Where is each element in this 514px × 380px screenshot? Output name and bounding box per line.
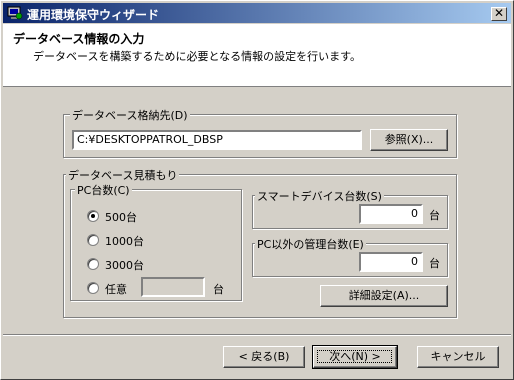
close-icon: ✕ (493, 6, 505, 20)
page-subtitle: データベースを構築するために必要となる情報の設定を行います。 (33, 50, 362, 63)
browse-button[interactable]: 参照(X)... (370, 129, 448, 151)
smart-device-input[interactable]: 0 (359, 204, 423, 224)
radio-500[interactable] (87, 210, 99, 222)
radio-3000[interactable] (87, 258, 99, 270)
next-button[interactable]: 次へ(N) > (312, 345, 398, 369)
non-pc-group: PC以外の管理台数(E) 0 台 (252, 236, 448, 277)
close-button[interactable]: ✕ (491, 7, 507, 21)
wizard-header: データベース情報の入力 データベースを構築するために必要となる情報の設定を行いま… (3, 24, 511, 87)
custom-count-input[interactable] (141, 277, 205, 297)
window-title: 運用環境保守ウィザード (27, 8, 160, 22)
radio-1000[interactable] (87, 234, 99, 246)
radio-1000-label[interactable]: 1000台 (105, 233, 144, 249)
db-path-input[interactable]: C:¥DESKTOPPATROL_DBSP (72, 130, 362, 150)
cancel-button[interactable]: キャンセル (417, 346, 499, 368)
back-button[interactable]: < 戻る(B) (223, 346, 305, 368)
db-estimate-legend: データベース見積もり (66, 167, 180, 183)
smart-device-group: スマートデバイス台数(S) 0 台 (252, 188, 448, 229)
non-pc-unit: 台 (429, 257, 440, 270)
radio-custom-label[interactable]: 任意 (105, 281, 127, 297)
radio-3000-label[interactable]: 3000台 (105, 257, 144, 273)
pc-count-legend: PC台数(C) (75, 182, 132, 198)
db-location-legend: データベース格納先(D) (70, 107, 190, 123)
page-title: データベース情報の入力 (13, 32, 145, 46)
smart-device-legend: スマートデバイス台数(S) (255, 188, 384, 204)
smart-device-unit: 台 (429, 209, 440, 222)
detail-settings-button[interactable]: 詳細設定(A)... (320, 285, 448, 307)
wizard-window: 運用環境保守ウィザード ✕ データベース情報の入力 データベースを構築するために… (0, 0, 514, 380)
db-location-group: データベース格納先(D) C:¥DESKTOPPATROL_DBSP 参照(X)… (63, 107, 457, 158)
radio-500-label[interactable]: 500台 (105, 209, 137, 225)
radio-custom[interactable] (87, 282, 99, 294)
custom-count-unit: 台 (213, 283, 224, 296)
footer-separator (3, 334, 511, 336)
non-pc-legend: PC以外の管理台数(E) (255, 236, 366, 252)
non-pc-input[interactable]: 0 (359, 252, 423, 272)
pc-count-group: PC台数(C) 500台 1000台 3000台 任意 台 (70, 182, 242, 301)
app-icon (7, 6, 23, 20)
title-bar[interactable]: 運用環境保守ウィザード ✕ (3, 3, 511, 23)
focus-rect (317, 350, 392, 363)
db-estimate-group: データベース見積もり PC台数(C) 500台 1000台 3000台 任意 台… (63, 167, 457, 318)
